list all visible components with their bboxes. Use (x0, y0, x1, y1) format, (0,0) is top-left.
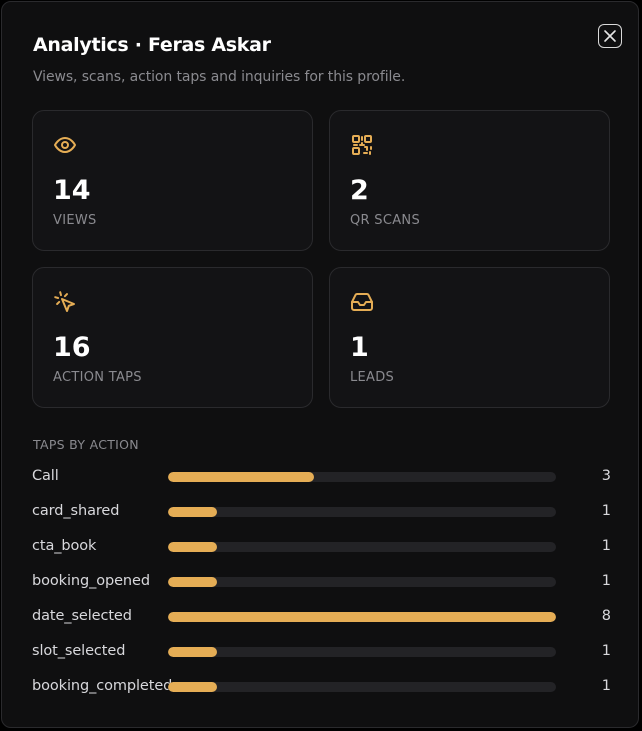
list-item: date_selected 8 (2, 607, 642, 627)
stat-value: 1 (350, 332, 369, 363)
action-count: 1 (601, 538, 611, 554)
action-label: slot_selected (32, 643, 126, 659)
progress-track (168, 542, 556, 552)
action-label: date_selected (32, 608, 132, 624)
action-label: card_shared (32, 503, 120, 519)
action-label: booking_completed (32, 678, 173, 694)
analytics-modal: Analytics · Feras Askar Views, scans, ac… (1, 1, 639, 728)
progress-track (168, 577, 556, 587)
list-item: booking_opened 1 (2, 572, 642, 592)
stat-card-qr-scans: 2 QR SCANS (329, 110, 610, 251)
action-count: 8 (601, 608, 611, 624)
action-count: 3 (601, 468, 611, 484)
inbox-icon (351, 293, 373, 311)
page-subtitle: Views, scans, action taps and inquiries … (33, 69, 406, 85)
progress-fill (168, 682, 217, 692)
list-item: booking_completed 1 (2, 677, 642, 697)
progress-fill (168, 542, 217, 552)
list-item: Call 3 (2, 467, 642, 487)
stat-value: 16 (53, 332, 91, 363)
progress-track (168, 507, 556, 517)
progress-fill (168, 507, 217, 517)
stat-card-action-taps: 16 ACTION TAPS (32, 267, 313, 408)
stat-card-leads: 1 LEADS (329, 267, 610, 408)
stat-value: 14 (53, 175, 91, 206)
list-item: slot_selected 1 (2, 642, 642, 662)
eye-icon (54, 137, 76, 153)
progress-track (168, 472, 556, 482)
progress-track (168, 682, 556, 692)
close-icon (604, 30, 616, 42)
action-count: 1 (601, 643, 611, 659)
progress-fill (168, 647, 217, 657)
qr-code-icon (352, 135, 372, 155)
progress-fill (168, 577, 217, 587)
action-count: 1 (601, 573, 611, 589)
progress-fill (168, 612, 556, 622)
page-title: Analytics · Feras Askar (33, 34, 271, 56)
section-heading-taps: TAPS BY ACTION (33, 437, 139, 452)
action-label: booking_opened (32, 573, 150, 589)
action-count: 1 (601, 678, 611, 694)
progress-track (168, 647, 556, 657)
action-count: 1 (601, 503, 611, 519)
stat-label: ACTION TAPS (53, 370, 142, 385)
stat-label: LEADS (350, 370, 395, 385)
list-item: cta_book 1 (2, 537, 642, 557)
action-label: cta_book (32, 538, 97, 554)
stat-label: QR SCANS (350, 213, 420, 228)
action-label: Call (32, 468, 59, 484)
list-item: card_shared 1 (2, 502, 642, 522)
close-button[interactable] (598, 24, 622, 48)
stat-card-views: 14 VIEWS (32, 110, 313, 251)
progress-track (168, 612, 556, 622)
progress-fill (168, 472, 314, 482)
stat-label: VIEWS (53, 213, 97, 228)
pointer-click-icon (54, 291, 75, 312)
stat-value: 2 (350, 175, 369, 206)
